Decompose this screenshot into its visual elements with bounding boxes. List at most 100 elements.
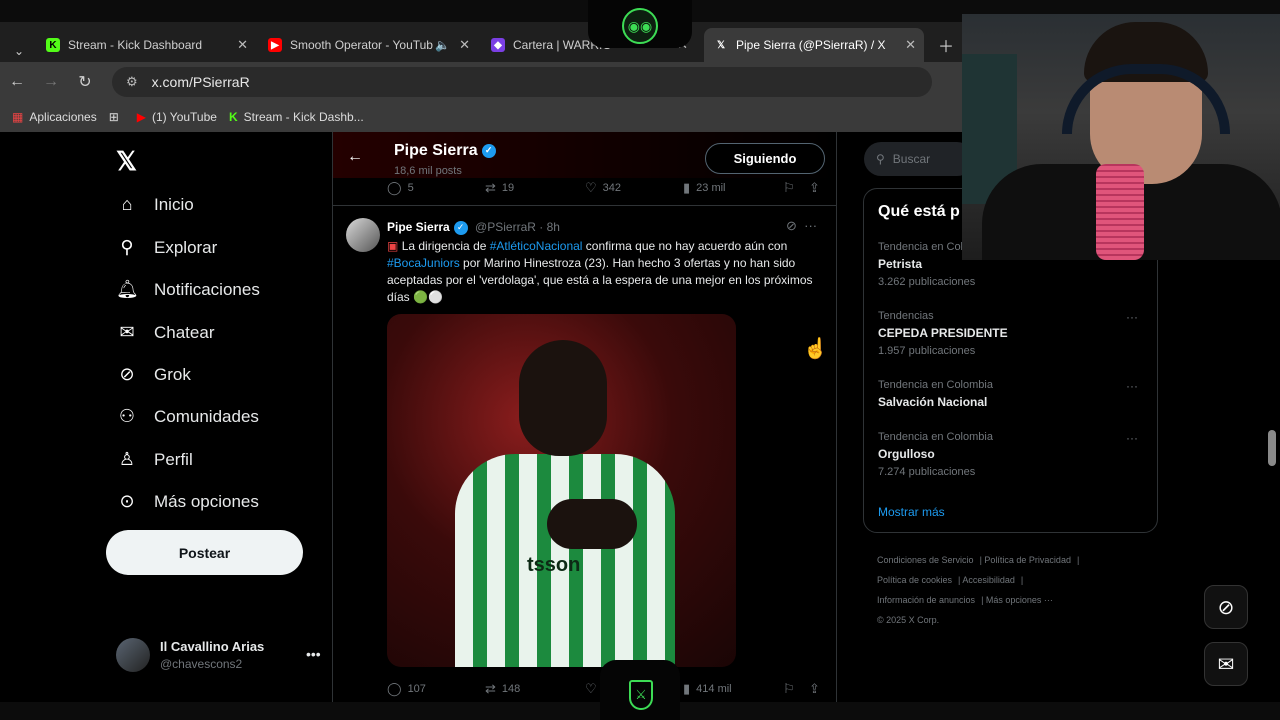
back-icon[interactable]: ←: [0, 73, 34, 91]
like-count: 342: [602, 182, 622, 194]
nav-notifications[interactable]: 🔔︎ Notificaciones: [116, 279, 260, 300]
search-icon: ⚲: [876, 152, 885, 166]
mail-icon[interactable]: ✉: [1204, 642, 1248, 686]
tweet-avatar[interactable]: [346, 218, 380, 252]
nav-label: Perfil: [154, 449, 193, 469]
tab-bar: ⌄ K Stream - Kick Dashboard ✕ ▶ Smooth O…: [0, 22, 962, 62]
person-icon: ♙: [118, 449, 136, 469]
close-icon[interactable]: ✕: [905, 37, 916, 53]
nav-label: Grok: [154, 364, 191, 384]
tweet-image[interactable]: tsson: [387, 314, 736, 667]
more-icon[interactable]: •••: [306, 646, 321, 662]
url-field[interactable]: ⚙ x.com/PSierraR: [112, 67, 932, 97]
site-info-icon[interactable]: ⚙: [126, 74, 138, 90]
tweet-header: Pipe Sierra ✓ @PSierraR · 8h: [387, 220, 560, 235]
tweet-handle-time[interactable]: @PSierraR · 8h: [475, 220, 560, 234]
trend-item[interactable]: Tendencias CEPEDA PRESIDENTE 1.957 publi…: [878, 310, 1148, 357]
heart-icon: ♡: [585, 681, 597, 696]
bookmark-button[interactable]: ⚐: [783, 180, 801, 196]
footer-link[interactable]: Accesibilidad: [962, 575, 1015, 585]
nav-chat[interactable]: ✉ Chatear: [116, 322, 214, 343]
grok-icon: ⊘: [119, 364, 135, 384]
footer-link[interactable]: Política de Privacidad: [984, 555, 1071, 565]
more-icon[interactable]: ···: [804, 218, 817, 233]
x-icon: 𝕏: [716, 39, 726, 51]
trend-item[interactable]: Tendencia en Colombia Salvación Nacional…: [878, 379, 1148, 414]
tab-x-profile[interactable]: 𝕏 Pipe Sierra (@PSierraR) / X ✕: [704, 28, 924, 62]
nav-explore[interactable]: ⚲ Explorar: [116, 237, 217, 258]
tab-kick[interactable]: K Stream - Kick Dashboard ✕: [36, 28, 256, 62]
reload-icon[interactable]: ↻: [68, 72, 102, 92]
avatar: [116, 638, 150, 672]
timeline-column: ← Pipe Sierra ✓ 18,6 mil posts Siguiendo …: [332, 132, 837, 702]
verified-badge-icon: ✓: [453, 220, 468, 235]
footer-link[interactable]: Información de anuncios: [877, 595, 975, 605]
tweet-author[interactable]: Pipe Sierra: [387, 220, 450, 234]
views-button[interactable]: ▮ 414 mil: [683, 681, 732, 697]
repost-button[interactable]: ⇄ 19: [485, 180, 514, 196]
share-button[interactable]: ⇪: [809, 681, 826, 697]
following-button[interactable]: Siguiendo: [705, 143, 825, 174]
share-icon: ⇪: [809, 681, 820, 696]
kick-icon: K: [228, 110, 238, 124]
bookmark-icon: ⚐: [783, 681, 795, 696]
nav-label: Notificaciones: [154, 279, 260, 299]
back-arrow-icon[interactable]: ←: [347, 148, 363, 166]
speaker-icon[interactable]: 🔈: [435, 38, 450, 52]
bookmark-youtube[interactable]: ▶ (1) YouTube: [137, 110, 217, 124]
nav-communities[interactable]: ⚇ Comunidades: [116, 406, 259, 427]
more-icon[interactable]: ···: [1126, 379, 1138, 393]
hashtag-link[interactable]: #BocaJuniors: [387, 256, 460, 270]
nav-profile[interactable]: ♙ Perfil: [116, 449, 193, 470]
nav-more[interactable]: ⊙ Más opciones: [116, 491, 258, 512]
trend-name: Salvación Nacional: [878, 395, 988, 409]
search-placeholder: Buscar: [892, 152, 931, 166]
tab-youtube[interactable]: ▶ Smooth Operator - YouTub 🔈 ✕: [258, 28, 478, 62]
bookmark-grid[interactable]: ⊞: [109, 110, 125, 124]
like-button[interactable]: ♡ 342: [585, 180, 621, 196]
trend-count: 1.957 publicaciones: [878, 345, 976, 357]
hashtag-link[interactable]: #AtléticoNacional: [490, 239, 583, 253]
close-icon[interactable]: ✕: [459, 37, 470, 53]
post-button[interactable]: Postear: [106, 530, 303, 575]
nav-home[interactable]: ⌂ Inicio: [116, 194, 194, 215]
hand-cursor-icon: ☝: [803, 338, 828, 360]
trend-count: 3.262 publicaciones: [878, 276, 976, 288]
trend-category: Tendencia en Colombia: [878, 431, 993, 443]
jersey-sponsor: tsson: [527, 554, 581, 576]
trend-item[interactable]: Tendencia en Colombia Orgulloso 7.274 pu…: [878, 431, 1148, 478]
bookmark-label: Stream - Kick Dashb...: [243, 110, 364, 124]
repost-button[interactable]: ⇄ 148: [485, 681, 520, 697]
footer-link[interactable]: Más opciones ···: [986, 595, 1053, 605]
grok-icon[interactable]: ⊘: [786, 218, 797, 233]
bookmark-apps[interactable]: ▦ Aplicaciones: [12, 110, 97, 124]
reply-button[interactable]: ◯ 5: [387, 180, 414, 196]
reply-button[interactable]: ◯ 107: [387, 681, 426, 697]
warrior-icon: ◆: [491, 38, 505, 52]
new-tab-button[interactable]: ＋: [928, 28, 964, 62]
bookmark-kick[interactable]: K Stream - Kick Dashb...: [229, 110, 364, 124]
account-switcher[interactable]: Il Cavallino Arias @chavescons2 •••: [116, 638, 321, 672]
left-navigation: 𝕏 ⌂ Inicio ⚲ Explorar 🔔︎ Notificaciones ✉ Ch…: [106, 132, 328, 702]
reply-count: 5: [407, 182, 414, 194]
bookmark-button[interactable]: ⚐: [783, 681, 801, 697]
views-button[interactable]: ▮ 23 mil: [683, 180, 726, 196]
verified-badge-icon: ✓: [481, 143, 496, 158]
share-button[interactable]: ⇪: [809, 180, 826, 196]
more-icon[interactable]: ···: [1126, 310, 1138, 324]
player-head-shape: [519, 340, 607, 456]
nav-grok[interactable]: ⊘ Grok: [116, 364, 191, 385]
grok-icon[interactable]: ⊘: [1204, 585, 1248, 629]
scrollbar-thumb[interactable]: [1268, 430, 1276, 466]
footer-links: Condiciones de Servicio | Política de Pri…: [877, 555, 1080, 625]
search-input[interactable]: ⚲ Buscar: [864, 142, 974, 176]
forward-icon[interactable]: →: [34, 73, 68, 91]
more-icon[interactable]: ···: [1126, 431, 1138, 445]
view-count: 23 mil: [696, 182, 726, 194]
footer-link[interactable]: Política de cookies: [877, 575, 952, 585]
footer-link[interactable]: Condiciones de Servicio: [877, 555, 974, 565]
show-more-link[interactable]: Mostrar más: [878, 505, 945, 519]
close-icon[interactable]: ✕: [237, 37, 248, 53]
x-logo-icon[interactable]: 𝕏: [116, 146, 137, 177]
repost-icon: ⇄: [485, 681, 496, 696]
